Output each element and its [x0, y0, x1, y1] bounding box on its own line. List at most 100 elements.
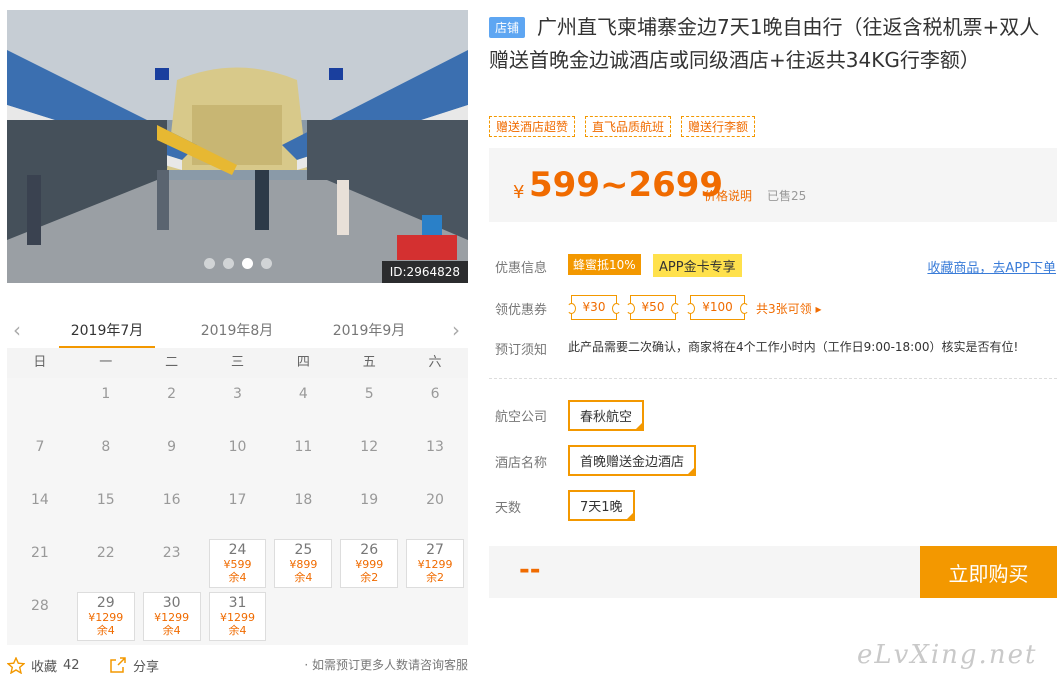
- calendar-day: 21: [7, 537, 73, 590]
- calendar-day[interactable]: 24 ¥599 余4: [208, 539, 267, 588]
- calendar-day: 20: [402, 484, 468, 537]
- calendar-empty-cell: [402, 590, 468, 643]
- promo-tag-app: APP金卡专享: [653, 254, 742, 277]
- calendar-day: 15: [73, 484, 139, 537]
- photo-id-label: ID:2964828: [381, 261, 468, 283]
- weekday-label: 二: [165, 355, 179, 370]
- carousel-dot[interactable]: [203, 258, 215, 269]
- calendar-empty-cell: [336, 590, 402, 643]
- hotel-option[interactable]: 首晚赠送金边酒店: [568, 445, 697, 476]
- calendar-day-number: 26: [360, 542, 379, 558]
- calendar-day: 1: [73, 378, 139, 431]
- calendar-day[interactable]: 30 ¥1299 余4: [142, 592, 201, 641]
- weekday-label: 五: [362, 355, 376, 370]
- weekday-label: 四: [296, 355, 310, 370]
- coupon-30[interactable]: ¥30: [567, 295, 621, 320]
- product-title: 广州直飞柬埔寨金边7天1晚自由行（往返含税机票+双人赠送首晚金边诚酒店或同级酒店…: [489, 15, 1040, 72]
- promo-tag-honey: 蜂蜜抵10%: [568, 254, 641, 275]
- calendar-day-stock: 余2: [360, 571, 379, 584]
- calendar-month-bar: ‹ 2019年7月 2019年8月 2019年9月 ›: [7, 312, 468, 350]
- coupon-more-link[interactable]: 共3张可领 ▸: [756, 300, 821, 317]
- calendar-day: 6: [402, 378, 468, 431]
- favorite-button[interactable]: 收藏 42: [7, 656, 80, 675]
- divider: [489, 378, 1057, 379]
- share-label: 分享: [133, 660, 160, 675]
- calendar-day-number: 31: [228, 595, 247, 611]
- calendar-day-number: 12: [360, 439, 379, 455]
- calendar-day: 19: [336, 484, 402, 537]
- share-icon: [110, 657, 126, 673]
- coupon-label: 领优惠券: [495, 303, 548, 318]
- tab-month-september[interactable]: 2019年9月: [321, 320, 417, 340]
- calendar-day-stock: 余4: [228, 624, 247, 637]
- days-option[interactable]: 7天1晚: [568, 490, 635, 521]
- calendar-day-stock: 余4: [162, 624, 181, 637]
- carousel-dot[interactable]: [222, 258, 234, 269]
- star-icon: [7, 657, 25, 674]
- buy-now-button[interactable]: 立即购买: [920, 546, 1057, 598]
- calendar-day-number: 23: [162, 545, 181, 561]
- days-label: 天数: [495, 501, 522, 516]
- calendar-day: 2: [139, 378, 205, 431]
- chevron-right-icon[interactable]: ›: [452, 318, 460, 342]
- calendar-day-number: 15: [96, 492, 115, 508]
- calendar-day-number: 3: [233, 386, 242, 402]
- sold-count: 已售25: [767, 189, 807, 203]
- calendar-day-number: 9: [167, 439, 177, 455]
- weekday-label: 三: [230, 355, 244, 370]
- calendar-day-number: 16: [162, 492, 181, 508]
- calendar-day[interactable]: 31 ¥1299 余4: [208, 592, 267, 641]
- calendar-day-number: 7: [35, 439, 45, 455]
- calendar-day-number: 30: [162, 595, 181, 611]
- site-watermark: eLvXing.net: [857, 640, 1038, 670]
- calendar-day-number: 13: [426, 439, 444, 455]
- calendar-day: 28: [7, 590, 73, 643]
- coupon-100[interactable]: ¥100: [686, 295, 749, 320]
- favorite-app-link[interactable]: 收藏商品，去APP下单: [927, 257, 1056, 276]
- airline-option[interactable]: 春秋航空: [568, 400, 645, 431]
- left-footer: 收藏 42 分享 · 如需预订更多人数请咨询客服: [7, 654, 468, 676]
- promo-label: 优惠信息: [495, 261, 548, 276]
- price-explain-link[interactable]: 价格说明: [704, 187, 752, 204]
- hotel-label: 酒店名称: [495, 456, 548, 471]
- calendar-day-number: 24: [228, 542, 247, 558]
- carousel-dots: [203, 258, 272, 269]
- price-range: 599~2699: [529, 165, 724, 205]
- calendar-day-number: 21: [31, 545, 49, 561]
- calendar-day: 18: [270, 484, 336, 537]
- shop-badge: 店铺: [489, 17, 526, 38]
- favorite-label: 收藏: [31, 660, 58, 675]
- calendar-day[interactable]: 26 ¥999 余2: [340, 539, 399, 588]
- chevron-left-icon[interactable]: ‹: [13, 318, 21, 342]
- carousel-dot[interactable]: [260, 258, 272, 269]
- calendar-day: 12: [336, 431, 402, 484]
- notice-label: 预订须知: [495, 343, 548, 358]
- calendar-day[interactable]: 25 ¥899 余4: [274, 539, 333, 588]
- calendar-day: 16: [139, 484, 205, 537]
- notice-text: 此产品需要二次确认，商家将在4个工作小时内（工作日9:00-18:00）核实是否…: [568, 340, 1019, 354]
- calendar-day-number: 27: [426, 542, 444, 558]
- calendar-day-price: ¥899: [289, 558, 318, 571]
- calendar-day-number: 4: [298, 386, 308, 402]
- calendar-day[interactable]: 29 ¥1299 余4: [76, 592, 135, 641]
- favorite-count: 42: [63, 658, 80, 673]
- calendar-day: 22: [73, 537, 139, 590]
- tab-month-july[interactable]: 2019年7月: [59, 320, 155, 349]
- carousel-dot[interactable]: [241, 258, 253, 269]
- calendar-day-number: 14: [31, 492, 49, 508]
- calendar-day-stock: 余4: [228, 571, 247, 584]
- calendar-day[interactable]: 27 ¥1299 余2: [406, 539, 464, 588]
- product-tag: 赠送酒店超赞: [489, 116, 576, 137]
- calendar-day: 3: [205, 378, 271, 431]
- coupon-50[interactable]: ¥50: [626, 295, 680, 320]
- share-button[interactable]: 分享: [109, 656, 159, 675]
- tab-month-august[interactable]: 2019年8月: [189, 320, 285, 340]
- calendar-day-number: 28: [31, 598, 49, 614]
- weekday-label: 日: [33, 355, 47, 370]
- product-tag: 直飞品质航班: [585, 116, 672, 137]
- product-photo[interactable]: ID:2964828: [7, 10, 468, 283]
- calendar-day-price: ¥599: [223, 558, 252, 571]
- weekday-label: 六: [428, 355, 442, 370]
- calendar-day-number: 2: [167, 386, 177, 402]
- calendar-day: 5: [336, 378, 402, 431]
